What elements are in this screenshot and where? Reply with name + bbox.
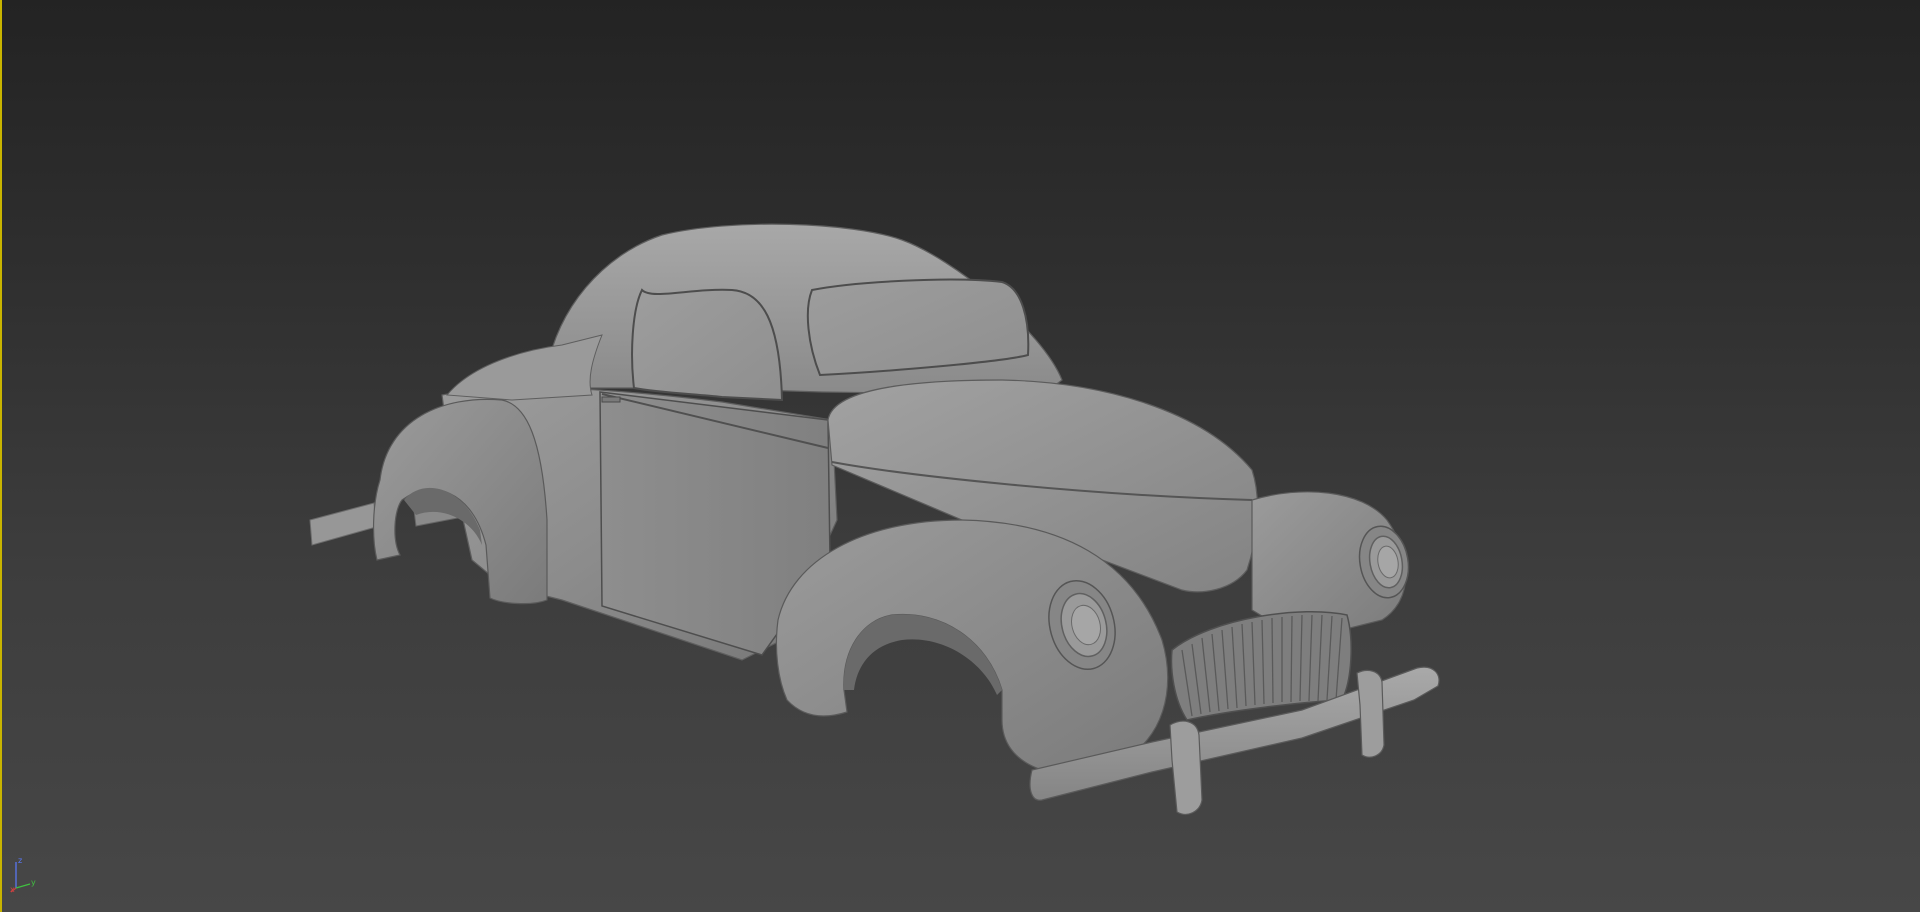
axis-x-label: x bbox=[10, 885, 15, 894]
rear-quarter bbox=[445, 334, 603, 401]
car-body-model[interactable] bbox=[2, 0, 1920, 912]
windshield bbox=[806, 278, 1030, 377]
side-window bbox=[631, 288, 784, 402]
axis-z-label: z bbox=[18, 856, 22, 865]
axis-y-label: y bbox=[31, 878, 36, 887]
bumper-guard-right bbox=[1356, 669, 1385, 758]
bumper-guard-left bbox=[1169, 720, 1203, 815]
door-handle bbox=[601, 396, 621, 403]
axis-gizmo-icon: z y x bbox=[10, 856, 36, 894]
rear-frame-rail bbox=[309, 502, 377, 546]
viewport-perspective[interactable]: z y x bbox=[0, 0, 1920, 912]
